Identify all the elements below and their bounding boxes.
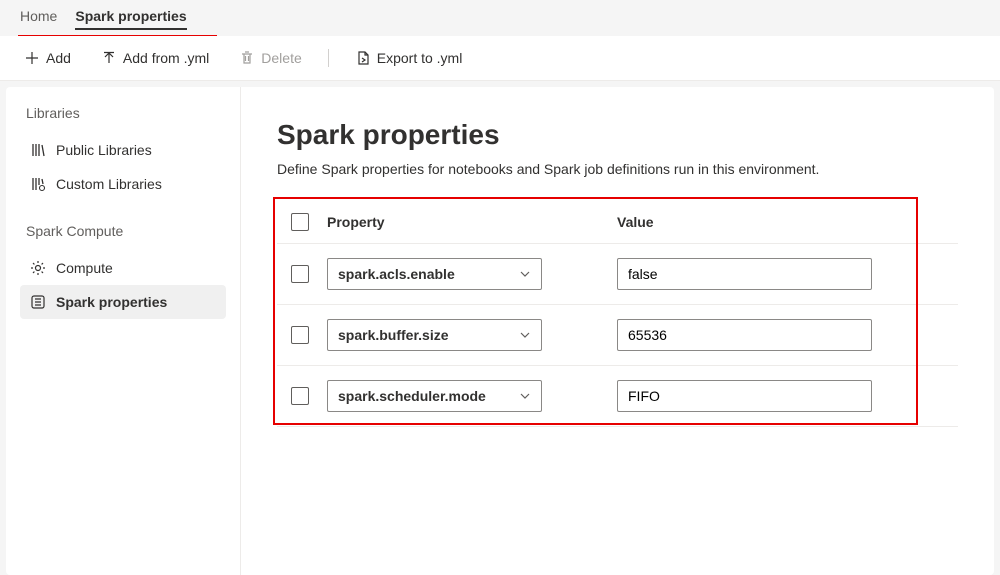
row-checkbox[interactable] xyxy=(291,387,309,405)
sidebar-section-compute: Spark Compute xyxy=(20,223,226,239)
library-gear-icon xyxy=(30,176,46,192)
list-icon xyxy=(30,294,46,310)
sidebar-item-custom-libraries[interactable]: Custom Libraries xyxy=(20,167,226,201)
sidebar-item-spark-properties[interactable]: Spark properties xyxy=(20,285,226,319)
library-icon xyxy=(30,142,46,158)
chevron-down-icon xyxy=(519,268,531,280)
sidebar-item-compute[interactable]: Compute xyxy=(20,251,226,285)
chevron-down-icon xyxy=(519,390,531,402)
breadcrumb-home[interactable]: Home xyxy=(20,8,57,30)
property-dropdown[interactable]: spark.acls.enable xyxy=(327,258,542,290)
value-input[interactable] xyxy=(617,380,872,412)
sidebar-section-libraries: Libraries xyxy=(20,105,226,121)
sidebar-item-label: Public Libraries xyxy=(56,142,152,158)
sidebar-item-label: Spark properties xyxy=(56,294,167,310)
add-from-yml-label: Add from .yml xyxy=(123,50,209,66)
header-property: Property xyxy=(327,214,617,230)
sidebar-item-public-libraries[interactable]: Public Libraries xyxy=(20,133,226,167)
value-input[interactable] xyxy=(617,258,872,290)
plus-icon xyxy=(24,50,40,66)
table-row: spark.buffer.size xyxy=(277,305,958,366)
upload-icon xyxy=(101,50,117,66)
property-dropdown[interactable]: spark.scheduler.mode xyxy=(327,380,542,412)
add-button[interactable]: Add xyxy=(20,44,75,72)
export-label: Export to .yml xyxy=(377,50,463,66)
add-label: Add xyxy=(46,50,71,66)
header-value: Value xyxy=(617,214,944,230)
breadcrumb: Home Spark properties xyxy=(0,0,1000,36)
content-pane: Spark properties Define Spark properties… xyxy=(241,87,994,575)
chevron-down-icon xyxy=(519,329,531,341)
properties-table-wrap: Property Value spark.acls.enable xyxy=(277,205,958,427)
sidebar: Libraries Public Libraries Custom Librar… xyxy=(6,87,241,575)
sidebar-item-label: Compute xyxy=(56,260,113,276)
row-checkbox[interactable] xyxy=(291,326,309,344)
toolbar-divider xyxy=(328,49,329,67)
value-input[interactable] xyxy=(617,319,872,351)
add-from-yml-button[interactable]: Add from .yml xyxy=(97,44,213,72)
row-checkbox[interactable] xyxy=(291,265,309,283)
delete-label: Delete xyxy=(261,50,301,66)
toolbar: Add Add from .yml Delete Export to .yml xyxy=(0,36,1000,81)
table-header: Property Value xyxy=(277,205,958,244)
dropdown-value: spark.scheduler.mode xyxy=(338,388,486,404)
gear-icon xyxy=(30,260,46,276)
property-dropdown[interactable]: spark.buffer.size xyxy=(327,319,542,351)
sidebar-item-label: Custom Libraries xyxy=(56,176,162,192)
properties-table: Property Value spark.acls.enable xyxy=(277,205,958,427)
main-area: Libraries Public Libraries Custom Librar… xyxy=(6,87,994,575)
select-all-checkbox[interactable] xyxy=(291,213,309,231)
table-row: spark.acls.enable xyxy=(277,244,958,305)
page-title: Spark properties xyxy=(277,119,958,151)
export-button[interactable]: Export to .yml xyxy=(351,44,467,72)
delete-button[interactable]: Delete xyxy=(235,44,305,72)
trash-icon xyxy=(239,50,255,66)
dropdown-value: spark.buffer.size xyxy=(338,327,449,343)
table-row: spark.scheduler.mode xyxy=(277,366,958,427)
dropdown-value: spark.acls.enable xyxy=(338,266,455,282)
page-description: Define Spark properties for notebooks an… xyxy=(277,161,958,177)
breadcrumb-current[interactable]: Spark properties xyxy=(75,8,186,30)
export-icon xyxy=(355,50,371,66)
